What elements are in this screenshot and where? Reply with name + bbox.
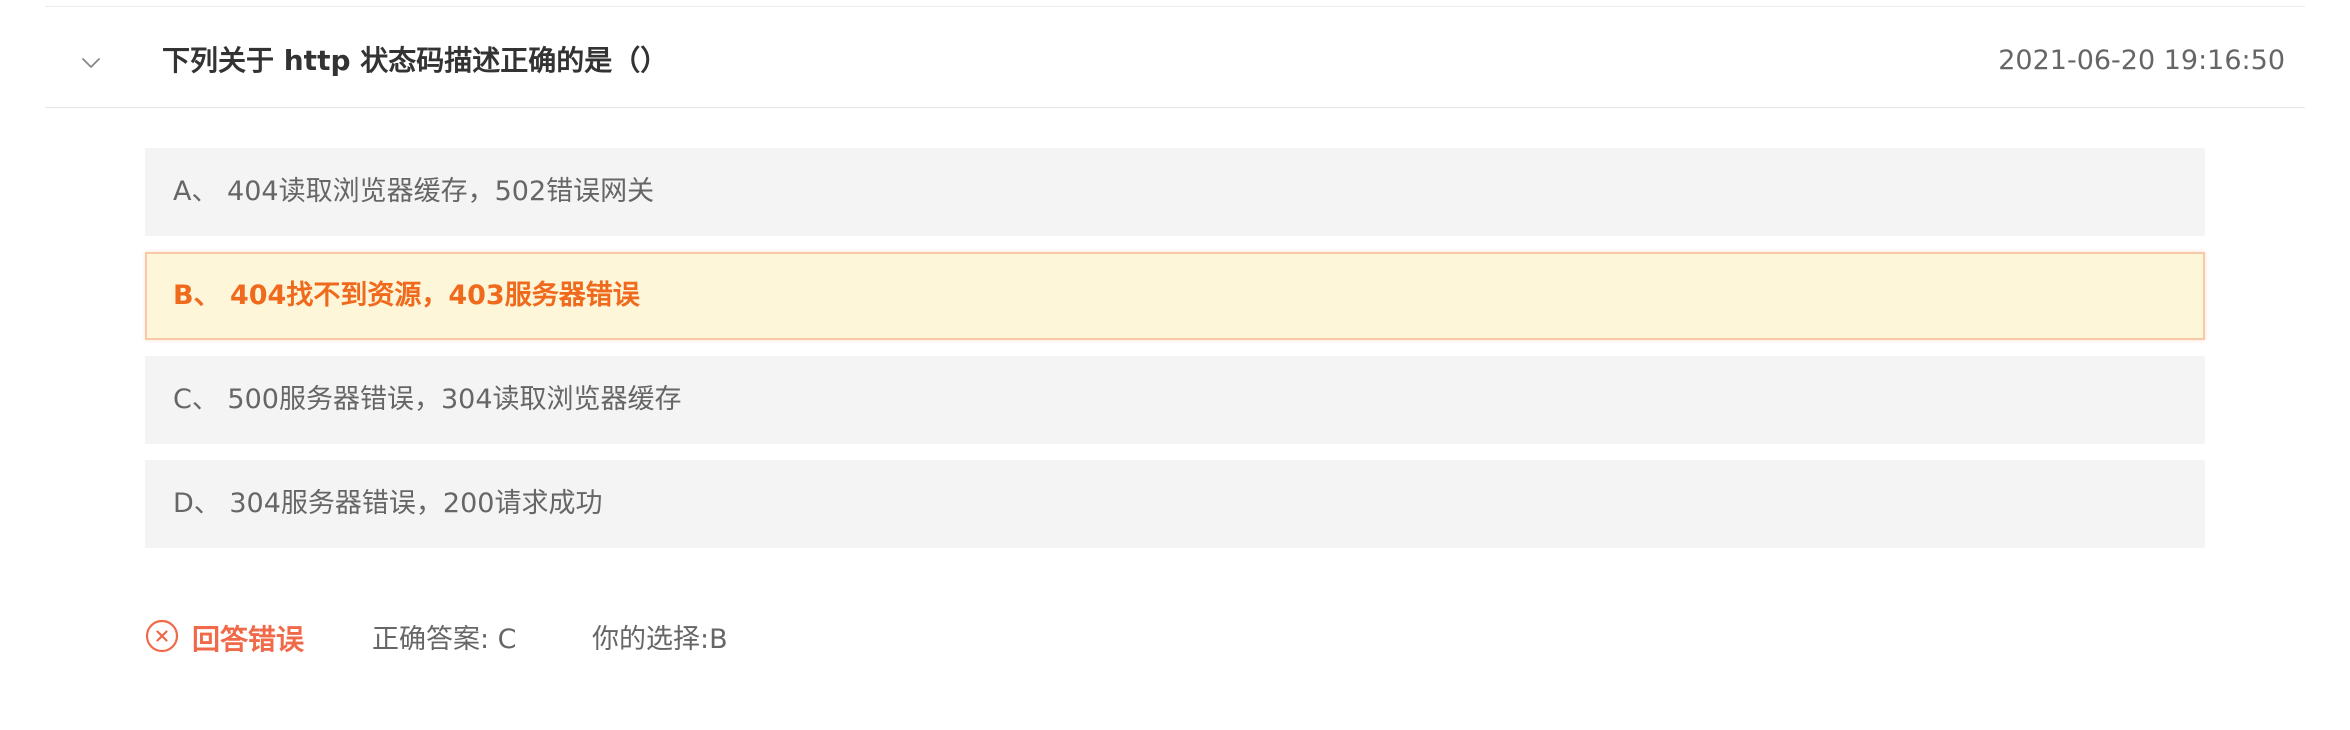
option-label: C、 500服务器错误，304读取浏览器缓存 [173,384,682,415]
question-title: 下列关于 http 状态码描述正确的是（） [162,44,669,77]
option-a[interactable]: A、 404读取浏览器缓存，502错误网关 [145,148,2205,236]
option-c[interactable]: C、 500服务器错误，304读取浏览器缓存 [145,356,2205,444]
option-label: A、 404读取浏览器缓存，502错误网关 [173,176,655,207]
answer-options: A、 404读取浏览器缓存，502错误网关 B、 404找不到资源，403服务器… [145,148,2205,564]
option-label: D、 304服务器错误，200请求成功 [173,488,603,519]
question-timestamp: 2021-06-20 19:16:50 [1998,45,2285,76]
option-b[interactable]: B、 404找不到资源，403服务器错误 [145,252,2205,340]
option-label: B、 404找不到资源，403服务器错误 [173,280,640,311]
chevron-down-icon[interactable] [80,52,102,74]
your-choice: 你的选择:B [592,624,728,655]
question-header[interactable]: 下列关于 http 状态码描述正确的是（） 2021-06-20 19:16:5… [45,7,2305,108]
question-card: 下列关于 http 状态码描述正确的是（） 2021-06-20 19:16:5… [45,6,2305,727]
option-d[interactable]: D、 304服务器错误，200请求成功 [145,460,2205,548]
page: 下列关于 http 状态码描述正确的是（） 2021-06-20 19:16:5… [0,0,2350,730]
close-circle-icon [145,619,179,653]
result-status: 回答错误 [192,623,305,656]
correct-answer: 正确答案: C [372,624,517,655]
